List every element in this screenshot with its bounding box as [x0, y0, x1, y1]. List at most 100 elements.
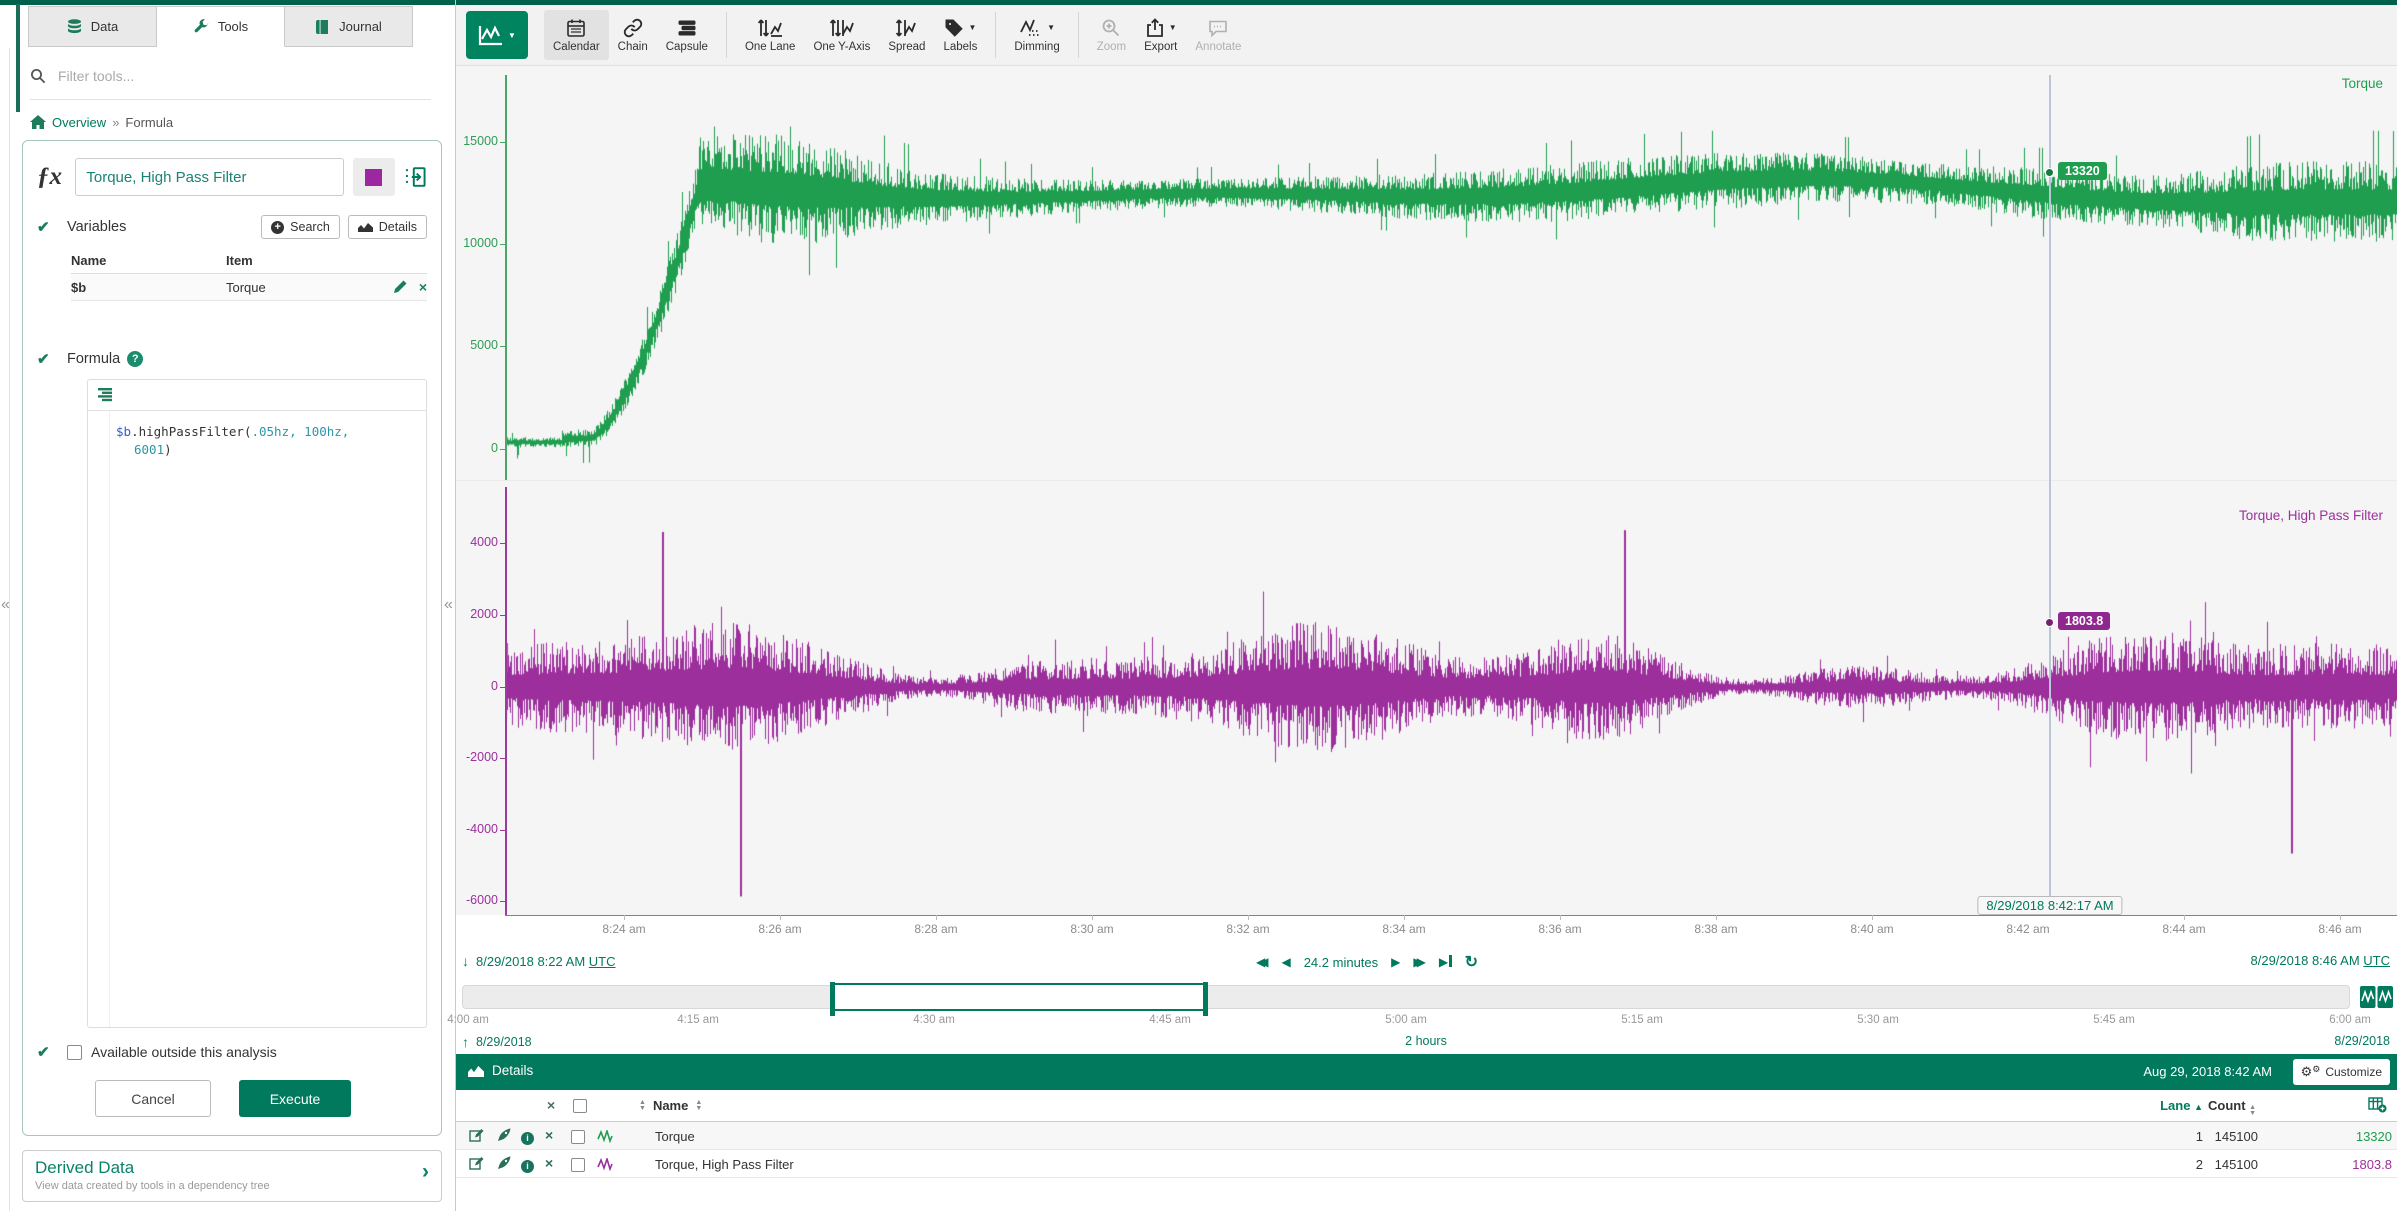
step-back-half-icon[interactable]: ◀	[1281, 955, 1290, 969]
execute-button[interactable]: Execute	[239, 1080, 351, 1117]
details-timestamp: Aug 29, 2018 8:42 AM	[2143, 1064, 2272, 1079]
edit-properties-icon[interactable]	[469, 1128, 484, 1143]
slider-right-handle[interactable]	[1203, 982, 1208, 1016]
variables-table-header: Name Item	[71, 253, 427, 273]
lane1-y-axis[interactable]	[505, 75, 507, 480]
edit-pencil-icon[interactable]	[393, 280, 407, 294]
search-variables-button[interactable]: + Search	[261, 215, 340, 239]
filter-tools-input[interactable]	[56, 67, 431, 85]
table-row-torque[interactable]: i × Torque 1 145100 13320	[456, 1122, 2397, 1150]
toolbar-export-button[interactable]: ▼ Export	[1135, 10, 1186, 60]
range-end[interactable]: 8/29/2018 8:46 AM UTC	[2251, 953, 2391, 968]
sort-icon[interactable]: ▲▼	[639, 1100, 646, 1112]
toolbar-spread-button[interactable]: Spread	[879, 10, 934, 60]
step-forward-full-icon[interactable]: ▶▶	[1413, 955, 1425, 969]
formula-list-icon[interactable]	[97, 387, 113, 403]
derived-data-panel[interactable]: Derived Data View data created by tools …	[22, 1150, 442, 1202]
rocket-icon[interactable]	[497, 1156, 511, 1170]
slider-left-handle[interactable]	[830, 982, 835, 1016]
auto-fit-range-icon[interactable]	[2360, 985, 2393, 1009]
toolbar-labels-button[interactable]: ▼ Labels	[934, 10, 986, 60]
slider-tick: 4:45 am	[1149, 1014, 1191, 1026]
gears-icon: ⚙⚙	[2301, 1064, 2321, 1080]
cancel-button[interactable]: Cancel	[95, 1080, 211, 1117]
toolbar-dimming-button[interactable]: ▼ Dimming	[1005, 10, 1068, 60]
annotate-icon	[1208, 18, 1228, 38]
y-tick-mark	[500, 346, 505, 347]
lane1-series-label[interactable]: Torque	[2342, 76, 2383, 91]
y-tick-mark	[500, 687, 505, 688]
home-icon[interactable]	[30, 115, 46, 129]
row-checkbox[interactable]	[571, 1158, 585, 1172]
add-column-icon[interactable]	[2368, 1097, 2387, 1113]
search-button-label: Search	[290, 220, 330, 234]
collapse-sidebar-handle[interactable]: «	[444, 596, 453, 614]
toolbar-capsule-button[interactable]: Capsule	[657, 10, 717, 60]
investigate-start-date[interactable]: ↑ 8/29/2018	[462, 1034, 532, 1050]
x-tick: 8:38 am	[1694, 922, 1737, 936]
range-start[interactable]: ↓ 8/29/2018 8:22 AM UTC	[462, 953, 616, 969]
investigate-end-date[interactable]: 8/29/2018	[2334, 1034, 2390, 1048]
trend-canvas[interactable]	[505, 66, 2397, 915]
range-end-timezone[interactable]: UTC	[2363, 953, 2390, 968]
toolbar-zoom-label: Zoom	[1097, 41, 1126, 53]
breadcrumb-overview-link[interactable]: Overview	[52, 115, 106, 130]
step-to-end-icon[interactable]: ▶	[1439, 955, 1452, 969]
row-checkbox[interactable]	[571, 1130, 585, 1144]
lane-column-header[interactable]: Lane ▲	[2126, 1098, 2203, 1113]
available-outside-row: ✔ Available outside this analysis	[37, 1040, 427, 1064]
y-tick-mark	[500, 901, 505, 902]
range-duration[interactable]: 24.2 minutes	[1304, 955, 1378, 970]
row-name[interactable]: Torque, High Pass Filter	[655, 1157, 794, 1172]
toolbar-one-lane-label: One Lane	[745, 41, 796, 53]
x-tick: 8:40 am	[1850, 922, 1893, 936]
info-icon[interactable]: i	[521, 1129, 534, 1145]
customize-label: Customize	[2325, 1065, 2382, 1079]
remove-all-icon[interactable]: ×	[547, 1097, 555, 1113]
lane2-series-label[interactable]: Torque, High Pass Filter	[2239, 508, 2383, 523]
range-start-timezone[interactable]: UTC	[589, 954, 616, 969]
edit-properties-icon[interactable]	[469, 1156, 484, 1171]
view-selector-button[interactable]: ▼	[466, 11, 528, 59]
details-variables-button[interactable]: Details	[348, 215, 427, 239]
select-all-checkbox[interactable]	[573, 1099, 587, 1113]
investigate-duration[interactable]: 2 hours	[1405, 1034, 1447, 1048]
x-tick-mark	[624, 915, 625, 920]
tab-data[interactable]: Data	[28, 6, 157, 47]
col-item: Item	[226, 253, 253, 268]
remove-variable-icon[interactable]: ×	[419, 279, 427, 295]
lane2-y-axis[interactable]	[505, 487, 507, 915]
toolbar-one-lane-button[interactable]: One Lane	[736, 10, 805, 60]
rocket-icon[interactable]	[497, 1128, 511, 1142]
tab-data-label: Data	[91, 19, 118, 34]
sort-icon[interactable]: ▲▼	[695, 1100, 702, 1112]
refresh-icon[interactable]: ↻	[1465, 952, 1478, 972]
info-icon[interactable]: i	[521, 1157, 534, 1173]
toolbar-export-label: Export	[1144, 41, 1177, 53]
tab-journal[interactable]: Journal	[285, 6, 413, 47]
color-swatch-button[interactable]	[353, 158, 394, 196]
toolbar-chain-button[interactable]: Chain	[609, 10, 657, 60]
customize-button[interactable]: ⚙⚙ Customize	[2293, 1059, 2390, 1085]
send-to-worksheet-icon[interactable]	[404, 165, 428, 189]
toolbar-one-y-axis-button[interactable]: One Y-Axis	[804, 10, 879, 60]
formula-name-input[interactable]	[75, 158, 344, 196]
step-forward-half-icon[interactable]: ▶	[1391, 955, 1400, 969]
sort-icon[interactable]: ▲▼	[2249, 1105, 2256, 1117]
formula-code-input[interactable]: $b.highPassFilter(.05hz, 100hz, 6001)	[88, 411, 426, 1027]
available-outside-checkbox[interactable]	[67, 1045, 82, 1060]
tab-tools[interactable]: Tools	[157, 6, 285, 47]
slider-selection-window[interactable]	[831, 983, 1207, 1011]
toolbar-calendar-button[interactable]: Calendar	[544, 10, 609, 60]
slider-track[interactable]	[462, 985, 2350, 1009]
step-back-full-icon[interactable]: ◀◀	[1256, 955, 1268, 969]
y-tick-mark	[500, 449, 505, 450]
name-column-header[interactable]: ▲▼ Name ▲▼	[639, 1098, 702, 1113]
remove-item-icon[interactable]: ×	[545, 1155, 553, 1171]
table-row-torque-high-pass-filter[interactable]: i × Torque, High Pass Filter 2 145100 18…	[456, 1150, 2397, 1178]
remove-item-icon[interactable]: ×	[545, 1127, 553, 1143]
count-column-header[interactable]: Count ▲▼	[2208, 1098, 2283, 1117]
x-tick-mark	[780, 915, 781, 920]
help-icon[interactable]: ?	[127, 351, 143, 367]
row-name[interactable]: Torque	[655, 1129, 695, 1144]
